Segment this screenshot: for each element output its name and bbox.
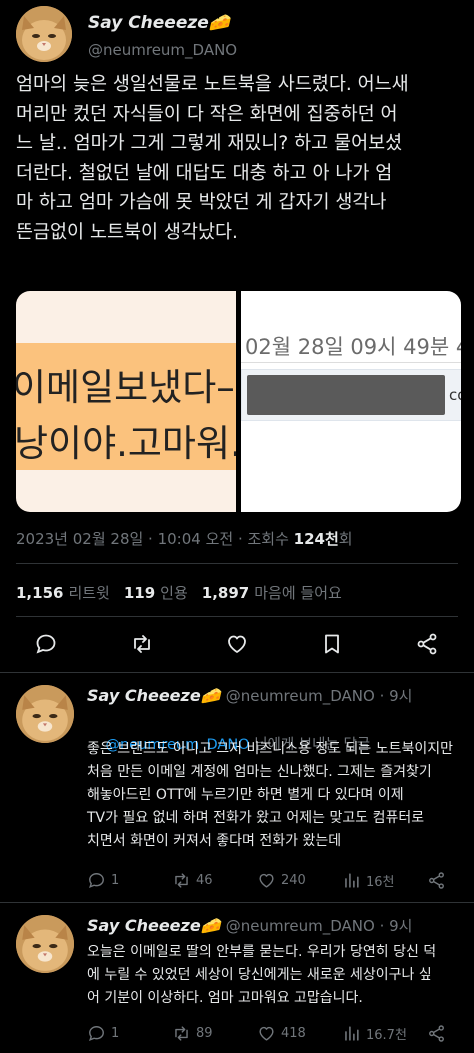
image-text-line: 낭이야.고마워. bbox=[16, 422, 236, 465]
retweet-icon bbox=[175, 873, 188, 888]
divider bbox=[16, 616, 458, 617]
like-label: 마음에 들어요 bbox=[254, 584, 342, 602]
share-button[interactable] bbox=[415, 632, 439, 656]
retweet-label: 리트윗 bbox=[68, 584, 110, 602]
share-button[interactable] bbox=[427, 1024, 446, 1043]
analytics-icon bbox=[345, 873, 359, 888]
retweet-button[interactable]: 46 bbox=[172, 871, 213, 890]
heart-icon bbox=[259, 873, 274, 888]
like-button[interactable]: 240 bbox=[257, 871, 306, 890]
reply-text: 오늘은 이메일로 딸의 안부를 묻는다. 우리가 당연히 당신 덕 에 누릴 수… bbox=[87, 944, 437, 1006]
retweet-icon bbox=[175, 1026, 188, 1041]
tweet-media[interactable]: 이메일보냈다– 낭이야.고마워. 02월 28일 09시 49분 46 co bbox=[16, 291, 461, 512]
action-bar bbox=[0, 628, 474, 660]
share-icon bbox=[417, 633, 437, 655]
reply-button[interactable]: 1 bbox=[87, 871, 119, 890]
like-count: 418 bbox=[281, 1026, 306, 1041]
quote-label: 인용 bbox=[160, 584, 188, 602]
reply-count: 1 bbox=[111, 1026, 120, 1041]
retweet-button[interactable]: 89 bbox=[172, 1024, 213, 1043]
heart-icon bbox=[228, 635, 246, 653]
reply-text: 좋은 브랜드도 아니고 그저 비즈니스용 정도 되는 노트북이지만 처음 만든 … bbox=[87, 741, 454, 849]
display-name[interactable]: Say Cheeeze🧀 bbox=[87, 916, 221, 935]
reply-icon bbox=[36, 634, 56, 654]
tweet-meta: 2023년 02월 28일 · 10:04 오전 · 조회수 124천회 bbox=[16, 528, 353, 549]
like-button[interactable]: 418 bbox=[257, 1024, 306, 1043]
reply-icon bbox=[89, 873, 104, 889]
views-button[interactable]: 16.7천 bbox=[342, 1024, 407, 1043]
views-button[interactable]: 16천 bbox=[342, 871, 395, 890]
share-button[interactable] bbox=[427, 871, 446, 890]
image-cut-text: co bbox=[449, 386, 461, 404]
divider bbox=[16, 563, 458, 564]
main-tweet: Say Cheeeze🧀 @neumreum_DANO 엄마의 늦은 생일선물로… bbox=[0, 0, 474, 672]
bookmark-button[interactable] bbox=[320, 632, 344, 656]
tweet-stats: 1,156 리트윗 119 인용 1,897 마음에 들어요 bbox=[16, 582, 342, 603]
display-name[interactable]: Say Cheeeze🧀 bbox=[88, 13, 230, 33]
avatar[interactable] bbox=[16, 685, 74, 743]
reply-tweet[interactable]: Say Cheeeze🧀 @neumreum_DANO · 9시 @neumre… bbox=[0, 673, 474, 901]
view-suffix: 회 bbox=[338, 530, 353, 548]
retweet-count: 1,156 bbox=[16, 584, 64, 602]
handle[interactable]: @neumreum_DANO bbox=[88, 41, 237, 59]
reply-button[interactable] bbox=[34, 632, 58, 656]
image-rule bbox=[241, 362, 461, 363]
like-button[interactable] bbox=[225, 632, 249, 656]
display-name[interactable]: Say Cheeeze🧀 bbox=[87, 686, 221, 705]
heart-icon bbox=[259, 1026, 274, 1041]
bookmark-icon bbox=[325, 634, 339, 654]
share-icon bbox=[429, 1025, 444, 1042]
reply-tweet[interactable]: Say Cheeeze🧀 @neumreum_DANO · 9시 오늘은 이메일… bbox=[0, 903, 474, 1053]
tweet-datetime[interactable]: 2023년 02월 28일 · 10:04 오전 · 조회수 bbox=[16, 530, 294, 548]
share-icon bbox=[429, 872, 444, 889]
tweet-text: 엄마의 늦은 생일선물로 노트북을 사드렸다. 어느새 머리만 컸던 자식들이 … bbox=[16, 74, 409, 243]
reply-action-bar: 1 46 240 16천 bbox=[87, 871, 457, 893]
image-date-text: 02월 28일 09시 49분 46 bbox=[245, 335, 461, 359]
reply-header: Say Cheeeze🧀 @neumreum_DANO · 9시 bbox=[87, 915, 412, 936]
view-count: 124천 bbox=[293, 530, 339, 548]
like-count: 240 bbox=[281, 873, 306, 888]
media-image-right[interactable]: 02월 28일 09시 49분 46 co bbox=[241, 291, 461, 512]
reply-button[interactable]: 1 bbox=[87, 1024, 119, 1043]
avatar[interactable] bbox=[16, 915, 74, 973]
view-count: 16.7천 bbox=[366, 1028, 407, 1043]
view-count: 16천 bbox=[366, 875, 395, 890]
analytics-icon bbox=[345, 1026, 359, 1041]
retweet-count: 46 bbox=[196, 873, 213, 888]
like-stat[interactable]: 1,897 마음에 들어요 bbox=[202, 582, 342, 603]
redacted-bar bbox=[247, 375, 445, 415]
reply-count: 1 bbox=[111, 873, 120, 888]
media-image-left[interactable]: 이메일보냈다– 낭이야.고마워. bbox=[16, 291, 236, 512]
image-text-line: 이메일보냈다– bbox=[16, 366, 235, 409]
like-count: 1,897 bbox=[201, 584, 250, 602]
reply-action-bar: 1 89 418 16.7천 bbox=[87, 1024, 457, 1046]
quote-count: 119 bbox=[123, 584, 156, 602]
reply-header: Say Cheeeze🧀 @neumreum_DANO · 9시 bbox=[87, 685, 412, 706]
avatar[interactable] bbox=[16, 6, 72, 62]
quote-stat[interactable]: 119 인용 bbox=[124, 582, 188, 603]
reply-icon bbox=[89, 1026, 104, 1042]
retweet-stat[interactable]: 1,156 리트윗 bbox=[16, 582, 110, 603]
handle[interactable]: @neumreum_DANO · 9시 bbox=[226, 917, 413, 935]
handle[interactable]: @neumreum_DANO · 9시 bbox=[226, 687, 413, 705]
retweet-count: 89 bbox=[196, 1026, 213, 1041]
retweet-icon bbox=[134, 635, 150, 653]
retweet-button[interactable] bbox=[130, 632, 154, 656]
